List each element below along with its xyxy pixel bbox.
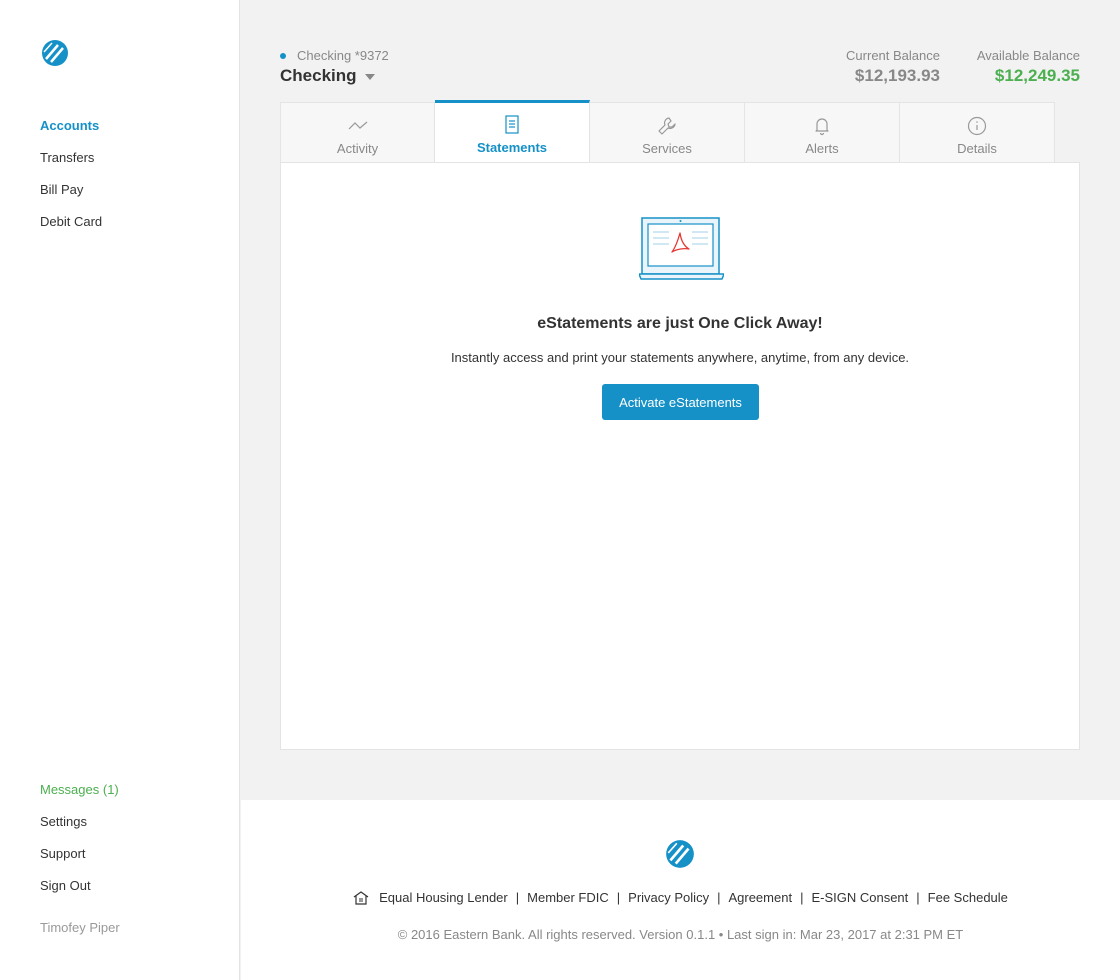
nav-item-bill-pay[interactable]: Bill Pay: [40, 182, 102, 214]
statements-panel: eStatements are just One Click Away! Ins…: [280, 162, 1080, 750]
equal-housing-icon: [353, 890, 369, 905]
account-selector[interactable]: Checking: [280, 66, 375, 86]
caret-down-icon: [364, 74, 375, 80]
account-number: Checking *9372: [280, 48, 389, 63]
link-esign-consent[interactable]: E-SIGN Consent: [811, 890, 908, 905]
link-fee-schedule[interactable]: Fee Schedule: [928, 890, 1008, 905]
secondary-nav: Messages (1) Settings Support Sign Out: [40, 782, 119, 910]
document-icon: [505, 115, 519, 134]
nav-item-messages[interactable]: Messages (1): [40, 782, 119, 814]
account-number-label: Checking *9372: [297, 48, 389, 63]
separator: |: [717, 890, 721, 905]
footer-links: Equal Housing Lender | Member FDIC | Pri…: [241, 890, 1120, 905]
nav-item-support[interactable]: Support: [40, 846, 119, 878]
tab-details[interactable]: Details: [900, 102, 1055, 163]
separator: |: [515, 890, 520, 905]
tab-details-label: Details: [957, 141, 997, 156]
link-equal-housing-lender[interactable]: Equal Housing Lender: [379, 890, 508, 905]
footer: Equal Housing Lender | Member FDIC | Pri…: [241, 800, 1120, 980]
nav-item-transfers[interactable]: Transfers: [40, 150, 102, 182]
tab-statements[interactable]: Statements: [435, 100, 590, 163]
status-dot-icon: [280, 52, 286, 59]
available-balance-label: Available Balance: [976, 48, 1080, 63]
sidebar: Accounts Transfers Bill Pay Debit Card M…: [0, 0, 240, 980]
link-privacy-policy[interactable]: Privacy Policy: [628, 890, 709, 905]
account-title: Checking: [280, 66, 357, 85]
tab-services[interactable]: Services: [590, 102, 745, 163]
separator: |: [616, 890, 621, 905]
nav-item-sign-out[interactable]: Sign Out: [40, 878, 119, 910]
nav-item-accounts[interactable]: Accounts: [40, 118, 102, 150]
info-icon: [967, 116, 987, 136]
tab-activity-label: Activity: [336, 141, 379, 156]
wrench-icon: [658, 117, 676, 135]
current-balance-label: Current Balance: [846, 48, 940, 63]
bell-icon: [815, 118, 829, 136]
tab-alerts[interactable]: Alerts: [745, 102, 900, 163]
laptop-pdf-icon: [639, 217, 724, 280]
current-balance: Current Balance $12,193.93: [846, 48, 940, 86]
nav-item-settings[interactable]: Settings: [40, 814, 119, 846]
copyright: © 2016 Eastern Bank. All rights reserved…: [397, 927, 964, 942]
estatements-description: Instantly access and print your statemen…: [450, 350, 910, 365]
activate-estatements-button[interactable]: Activate eStatements: [602, 384, 759, 420]
available-balance-value: $12,249.35: [994, 66, 1080, 85]
primary-nav: Accounts Transfers Bill Pay Debit Card: [40, 118, 102, 246]
separator: |: [800, 890, 804, 905]
tab-services-label: Services: [642, 141, 692, 156]
available-balance: Available Balance $12,249.35: [977, 48, 1080, 86]
nav-item-debit-card[interactable]: Debit Card: [40, 214, 102, 246]
tab-alerts-label: Alerts: [805, 141, 839, 156]
activity-chart-icon: [348, 121, 367, 130]
eastern-bank-logo-icon[interactable]: [40, 40, 70, 66]
account-tabs: Activity Statements Services Alerts Deta…: [280, 100, 1055, 163]
tab-activity[interactable]: Activity: [280, 102, 435, 163]
user-name: Timofey Piper: [40, 920, 120, 935]
separator: |: [916, 890, 920, 905]
tab-statements-label: Statements: [476, 140, 548, 155]
estatements-title: eStatements are just One Click Away!: [537, 315, 823, 332]
eastern-bank-logo-icon: [666, 840, 694, 868]
link-agreement[interactable]: Agreement: [728, 890, 792, 905]
current-balance-value: $12,193.93: [854, 66, 940, 85]
link-member-fdic[interactable]: Member FDIC: [527, 890, 609, 905]
